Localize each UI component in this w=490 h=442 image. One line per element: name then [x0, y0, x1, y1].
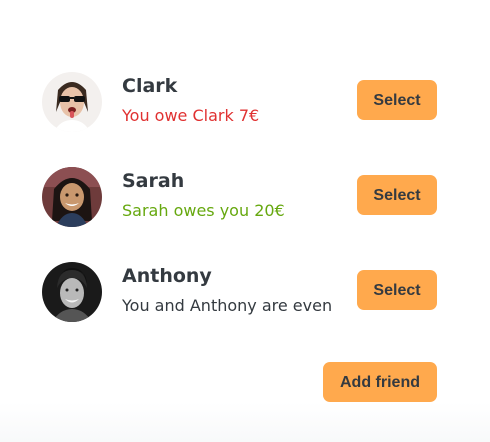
friend-avatar	[42, 262, 102, 322]
friend-name: Sarah	[122, 170, 185, 192]
select-friend-button[interactable]: Select	[357, 270, 437, 310]
add-friend-button[interactable]: Add friend	[323, 362, 437, 402]
page-footer-fade	[0, 402, 490, 442]
friend-item: Clark You owe Clark 7€ Select	[42, 72, 437, 132]
friend-avatar	[42, 72, 102, 132]
select-friend-button[interactable]: Select	[357, 80, 437, 120]
balance-status: You and Anthony are even	[122, 296, 333, 315]
avatar-anthony	[42, 262, 102, 322]
friend-name: Clark	[122, 75, 178, 97]
friend-name: Anthony	[122, 265, 212, 287]
avatar-sarah	[42, 167, 102, 227]
balance-status: You owe Clark 7€	[122, 106, 260, 125]
avatar-clark	[42, 72, 102, 132]
friend-item: Sarah Sarah owes you 20€ Select	[42, 167, 437, 227]
friend-item: Anthony You and Anthony are even Select	[42, 262, 437, 322]
balance-status: Sarah owes you 20€	[122, 201, 285, 220]
select-friend-button[interactable]: Select	[357, 175, 437, 215]
friend-avatar	[42, 167, 102, 227]
